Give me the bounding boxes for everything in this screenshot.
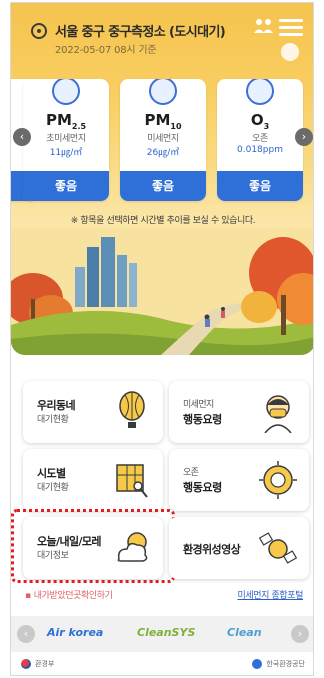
tile-province-air[interactable]: 시도별 대기현황 bbox=[23, 449, 163, 511]
card-grade: 좋음 bbox=[23, 171, 109, 201]
carousel-next-icon[interactable]: › bbox=[295, 128, 313, 146]
tile-dust-guide[interactable]: 미세먼지 행동요령 bbox=[169, 381, 309, 443]
person-icon: ▪ bbox=[25, 591, 31, 601]
map-icon bbox=[116, 464, 148, 498]
agency-logo-icon bbox=[252, 659, 263, 669]
people-icon[interactable] bbox=[253, 17, 275, 35]
balloon-icon bbox=[119, 391, 145, 428]
partner-next-icon[interactable]: › bbox=[291, 625, 309, 643]
notice-text: ※ 항목을 선택하면 시간별 추이를 보실 수 있습니다. bbox=[70, 216, 256, 226]
tile-subtitle: 대기현황 bbox=[37, 483, 69, 493]
partner-airkorea[interactable]: Air korea bbox=[47, 626, 103, 639]
card-value: 0.018ppm bbox=[237, 145, 283, 155]
autumn-park-illustration bbox=[11, 229, 313, 355]
face-good-icon bbox=[246, 79, 274, 105]
link-text: 내가받았던곳확인하기 bbox=[33, 591, 113, 601]
tile-local-air[interactable]: 우리동네 대기현황 bbox=[23, 381, 163, 443]
station-name: 서울 중구 중구측정소 (도시대기) bbox=[55, 25, 226, 40]
updated-time: 2022-05-07 08시 기준 bbox=[55, 45, 157, 56]
partner-cleansys[interactable]: CleanSYS bbox=[137, 626, 195, 639]
tile-ozone-guide[interactable]: 오존 행동요령 bbox=[169, 449, 309, 511]
link-dust-portal[interactable]: 미세먼지 종합포털 bbox=[237, 588, 303, 601]
card-value: 26㎍/㎥ bbox=[146, 148, 180, 158]
tile-title: 환경위성영상 bbox=[183, 543, 241, 556]
card-title: PM2.5 bbox=[45, 111, 87, 131]
highlight-box bbox=[11, 509, 175, 583]
card-grade: 좋음 bbox=[217, 171, 303, 201]
pollutant-carousel: PM2.5 초미세먼지 11㎍/㎥ 좋음 PM10 미세먼지 26㎍/㎥ 좋음 … bbox=[11, 79, 313, 201]
footer-ministry: 환경부 bbox=[21, 659, 54, 669]
menu-icon[interactable] bbox=[279, 19, 303, 37]
app-screen: 서울 중구 중구측정소 (도시대기) 2022-05-07 08시 기준 PM2… bbox=[10, 2, 314, 676]
tile-subtitle: 대기현황 bbox=[37, 415, 69, 425]
tile-subtitle: 행동요령 bbox=[183, 481, 222, 494]
tile-title: 시도별 bbox=[37, 467, 66, 480]
footer: 환경부 한국환경공단 bbox=[11, 655, 313, 675]
satellite-icon bbox=[259, 532, 297, 564]
partner-prev-icon[interactable]: ‹ bbox=[17, 625, 35, 643]
card-value: 11㎍/㎥ bbox=[49, 148, 83, 158]
card-grade: 좋음 bbox=[120, 171, 206, 201]
hero-panel: 서울 중구 중구측정소 (도시대기) 2022-05-07 08시 기준 PM2… bbox=[11, 3, 313, 355]
footer-agency: 한국환경공단 bbox=[252, 659, 305, 669]
tile-title: 오존 bbox=[183, 468, 199, 478]
card-subtitle: 오존 bbox=[252, 134, 268, 144]
pollutant-card-pm25[interactable]: PM2.5 초미세먼지 11㎍/㎥ 좋음 bbox=[23, 79, 109, 201]
ministry-logo-icon bbox=[21, 659, 31, 669]
card-title: PM10 bbox=[144, 111, 182, 131]
card-title: O3 bbox=[250, 111, 270, 131]
station-selector[interactable]: 서울 중구 중구측정소 (도시대기) bbox=[31, 21, 226, 40]
tile-satellite[interactable]: 환경위성영상 bbox=[169, 517, 309, 579]
location-target-icon bbox=[31, 22, 47, 39]
face-good-icon bbox=[52, 79, 80, 105]
pollutant-card-o3[interactable]: O3 오존 0.018ppm 좋음 bbox=[217, 79, 303, 201]
partner-clean[interactable]: Clean bbox=[227, 626, 262, 639]
pollutant-card-pm10[interactable]: PM10 미세먼지 26㎍/㎥ 좋음 bbox=[120, 79, 206, 201]
top-actions bbox=[253, 17, 303, 69]
tile-title: 미세먼지 bbox=[183, 400, 214, 410]
refresh-icon[interactable] bbox=[281, 43, 299, 61]
carousel-prev-icon[interactable]: ‹ bbox=[13, 128, 31, 146]
link-received-places[interactable]: ▪ 내가받았던곳확인하기 bbox=[25, 588, 113, 601]
card-subtitle: 초미세먼지 bbox=[46, 134, 86, 144]
sun-icon bbox=[259, 461, 297, 499]
partner-banner: ‹ Air korea CleanSYS Clean › bbox=[11, 616, 313, 652]
card-subtitle: 미세먼지 bbox=[147, 134, 179, 144]
tile-title: 우리동네 bbox=[37, 399, 76, 412]
tile-subtitle: 행동요령 bbox=[183, 413, 222, 426]
face-good-icon bbox=[149, 79, 177, 105]
mask-person-icon bbox=[264, 395, 292, 433]
